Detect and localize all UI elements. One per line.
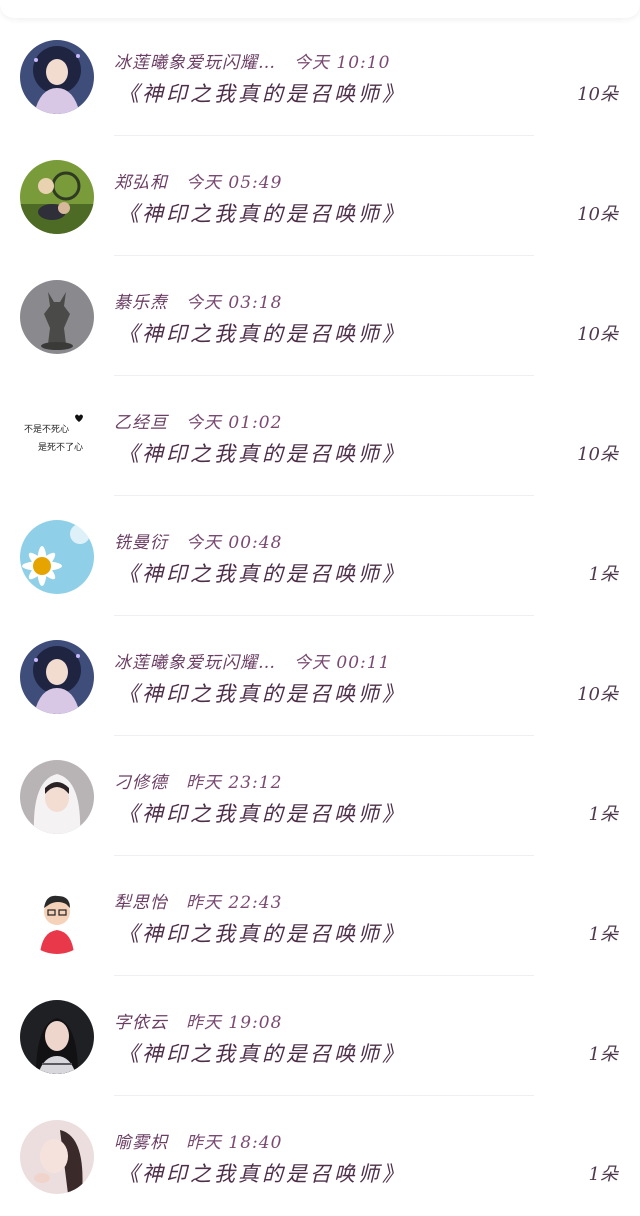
gift-meta: 綦乐焘 今天 03:18 bbox=[114, 288, 282, 313]
gift-time: 今天 01:02 bbox=[186, 413, 283, 433]
sender-name[interactable]: 冰莲曦象爱玩闪耀… bbox=[114, 653, 276, 673]
gift-meta: 铣曼衍 今天 00:48 bbox=[114, 528, 282, 553]
gift-time: 今天 10:10 bbox=[294, 53, 391, 73]
avatar-anime-girl-icon bbox=[20, 640, 94, 714]
book-title: 《神印之我真的是召唤师》 bbox=[118, 322, 406, 346]
sender-name[interactable]: 犁思怡 bbox=[114, 893, 168, 913]
gift-meta: 冰莲曦象爱玩闪耀… 今天 00:11 bbox=[114, 648, 390, 673]
book-title: 《神印之我真的是召唤师》 bbox=[118, 202, 406, 226]
book-title: 《神印之我真的是召唤师》 bbox=[118, 1162, 406, 1186]
flower-count: 1朵 bbox=[588, 564, 618, 585]
gift-time: 昨天 19:08 bbox=[186, 1013, 283, 1033]
avatar-daisy-sky-icon bbox=[20, 520, 94, 594]
gift-time: 今天 00:11 bbox=[294, 653, 391, 673]
avatar-text-line-2: 是死不了心 bbox=[38, 442, 83, 453]
avatar-anime-girl-icon bbox=[20, 40, 94, 114]
sender-name[interactable]: 乙经亘 bbox=[114, 413, 168, 433]
gift-meta: 郑弘和 今天 05:49 bbox=[114, 168, 282, 193]
avatar[interactable] bbox=[20, 880, 94, 954]
flower-count: 10朵 bbox=[577, 84, 618, 105]
flower-count: 1朵 bbox=[588, 1164, 618, 1185]
avatar[interactable] bbox=[20, 280, 94, 354]
avatar-girl-pink-icon bbox=[20, 1120, 94, 1194]
avatar[interactable] bbox=[20, 760, 94, 834]
flower-count: 10朵 bbox=[577, 684, 618, 705]
avatar[interactable] bbox=[20, 1120, 94, 1194]
sender-name[interactable]: 綦乐焘 bbox=[114, 293, 168, 313]
avatar[interactable] bbox=[20, 1000, 94, 1074]
avatar[interactable] bbox=[20, 40, 94, 114]
book-title: 《神印之我真的是召唤师》 bbox=[118, 922, 406, 946]
avatar-girl-hood-icon bbox=[20, 760, 94, 834]
gift-meta: 喻雾枳 昨天 18:40 bbox=[114, 1128, 282, 1153]
flower-count: 1朵 bbox=[588, 1044, 618, 1065]
flower-count: 10朵 bbox=[577, 324, 618, 345]
sender-name[interactable]: 郑弘和 bbox=[114, 173, 168, 193]
book-title: 《神印之我真的是召唤师》 bbox=[118, 802, 406, 826]
gift-time: 今天 05:49 bbox=[186, 173, 283, 193]
gift-meta: 犁思怡 昨天 22:43 bbox=[114, 888, 282, 913]
book-title: 《神印之我真的是召唤师》 bbox=[118, 442, 406, 466]
flower-count: 10朵 bbox=[577, 444, 618, 465]
avatar-bronze-statue-icon bbox=[20, 280, 94, 354]
flower-count: 1朵 bbox=[588, 924, 618, 945]
avatar-text-icon: 不是不死心 是死不了心 bbox=[20, 400, 94, 474]
book-title: 《神印之我真的是召唤师》 bbox=[118, 562, 406, 586]
avatar[interactable]: 不是不死心 是死不了心 bbox=[20, 400, 94, 474]
avatar-cartoon-boy-icon bbox=[20, 880, 94, 954]
gift-time: 昨天 23:12 bbox=[186, 773, 283, 793]
gift-time: 今天 00:48 bbox=[186, 533, 283, 553]
avatar[interactable] bbox=[20, 160, 94, 234]
book-title: 《神印之我真的是召唤师》 bbox=[118, 682, 406, 706]
list-item[interactable]: 铣曼衍 今天 00:48 《神印之我真的是召唤师》 1朵 bbox=[0, 496, 640, 616]
list-item[interactable]: 郑弘和 今天 05:49 《神印之我真的是召唤师》 10朵 bbox=[0, 136, 640, 256]
sender-name[interactable]: 字依云 bbox=[114, 1013, 168, 1033]
gift-meta: 冰莲曦象爱玩闪耀… 今天 10:10 bbox=[114, 48, 390, 73]
flower-count: 1朵 bbox=[588, 804, 618, 825]
sender-name[interactable]: 喻雾枳 bbox=[114, 1133, 168, 1153]
avatar[interactable] bbox=[20, 520, 94, 594]
book-title: 《神印之我真的是召唤师》 bbox=[118, 1042, 406, 1066]
list-item[interactable]: 冰莲曦象爱玩闪耀… 今天 00:11 《神印之我真的是召唤师》 10朵 bbox=[0, 616, 640, 736]
gift-meta: 字依云 昨天 19:08 bbox=[114, 1008, 282, 1033]
list-item[interactable]: 綦乐焘 今天 03:18 《神印之我真的是召唤师》 10朵 bbox=[0, 256, 640, 376]
book-title: 《神印之我真的是召唤师》 bbox=[118, 82, 406, 106]
list-item[interactable]: 字依云 昨天 19:08 《神印之我真的是召唤师》 1朵 bbox=[0, 976, 640, 1096]
flower-count: 10朵 bbox=[577, 204, 618, 225]
gift-time: 今天 03:18 bbox=[186, 293, 283, 313]
sender-name[interactable]: 铣曼衍 bbox=[114, 533, 168, 553]
avatar[interactable] bbox=[20, 640, 94, 714]
sender-name[interactable]: 冰莲曦象爱玩闪耀… bbox=[114, 53, 276, 73]
gift-time: 昨天 22:43 bbox=[186, 893, 283, 913]
gift-meta: 乙经亘 今天 01:02 bbox=[114, 408, 282, 433]
gift-meta: 刁修德 昨天 23:12 bbox=[114, 768, 282, 793]
list-item[interactable]: 刁修德 昨天 23:12 《神印之我真的是召唤师》 1朵 bbox=[0, 736, 640, 856]
avatar-girl-dark-icon bbox=[20, 1000, 94, 1074]
list-item[interactable]: 不是不死心 是死不了心 乙经亘 今天 01:02 《神印之我真的是召唤师》 10朵 bbox=[0, 376, 640, 496]
avatar-text-line-1: 不是不死心 bbox=[24, 424, 69, 435]
avatar-couple-bicycle-icon bbox=[20, 160, 94, 234]
sender-name[interactable]: 刁修德 bbox=[114, 773, 168, 793]
list-item[interactable]: 犁思怡 昨天 22:43 《神印之我真的是召唤师》 1朵 bbox=[0, 856, 640, 976]
list-item[interactable]: 喻雾枳 昨天 18:40 《神印之我真的是召唤师》 1朵 bbox=[0, 1096, 640, 1216]
list-item[interactable]: 冰莲曦象爱玩闪耀… 今天 10:10 《神印之我真的是召唤师》 10朵 bbox=[0, 16, 640, 136]
flower-gift-list: 冰莲曦象爱玩闪耀… 今天 10:10 《神印之我真的是召唤师》 10朵 郑弘和 今天… bbox=[0, 16, 640, 1216]
gift-time: 昨天 18:40 bbox=[186, 1133, 283, 1153]
